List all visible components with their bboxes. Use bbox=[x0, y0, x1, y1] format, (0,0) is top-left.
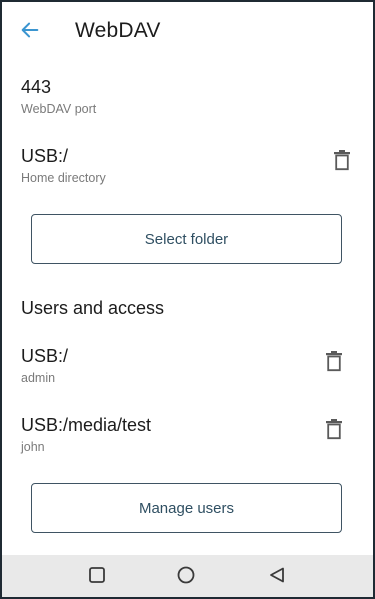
port-label: WebDAV port bbox=[21, 102, 97, 116]
circle-home-icon bbox=[176, 565, 196, 590]
recents-button[interactable] bbox=[86, 566, 108, 588]
triangle-back-icon bbox=[268, 566, 286, 589]
home-directory-setting[interactable]: USB:/ Home directory bbox=[21, 145, 354, 186]
arrow-left-icon bbox=[19, 19, 41, 46]
users-section-header: Users and access bbox=[21, 298, 165, 318]
delete-user-button[interactable] bbox=[322, 418, 346, 444]
user-list-item[interactable]: USB:/ admin bbox=[21, 345, 354, 386]
port-value: 443 bbox=[21, 77, 52, 97]
user-name: admin bbox=[21, 371, 56, 385]
back-button[interactable] bbox=[14, 18, 46, 46]
user-name: john bbox=[21, 440, 45, 454]
user-list-item[interactable]: USB:/media/test john bbox=[21, 414, 354, 455]
home-directory-value: USB:/ bbox=[21, 146, 69, 166]
user-path: USB:/media/test bbox=[21, 415, 152, 435]
trash-icon bbox=[325, 418, 343, 445]
home-directory-label: Home directory bbox=[21, 171, 106, 185]
manage-users-button[interactable]: Manage users bbox=[31, 483, 342, 533]
home-button[interactable] bbox=[175, 566, 197, 588]
screen: WebDAV 443 WebDAV port USB:/ Home direct… bbox=[0, 0, 375, 599]
square-recents-icon bbox=[88, 566, 106, 589]
port-setting[interactable]: 443 WebDAV port bbox=[21, 76, 354, 117]
select-folder-button[interactable]: Select folder bbox=[31, 214, 342, 264]
trash-icon bbox=[333, 149, 351, 176]
back-nav-button[interactable] bbox=[266, 566, 288, 588]
page-title: WebDAV bbox=[75, 19, 161, 42]
trash-icon bbox=[325, 350, 343, 377]
user-path: USB:/ bbox=[21, 346, 69, 366]
delete-user-button[interactable] bbox=[322, 350, 346, 376]
delete-home-directory-button[interactable] bbox=[330, 149, 354, 175]
app-bar: WebDAV bbox=[2, 2, 373, 62]
system-navigation-bar bbox=[2, 555, 373, 597]
